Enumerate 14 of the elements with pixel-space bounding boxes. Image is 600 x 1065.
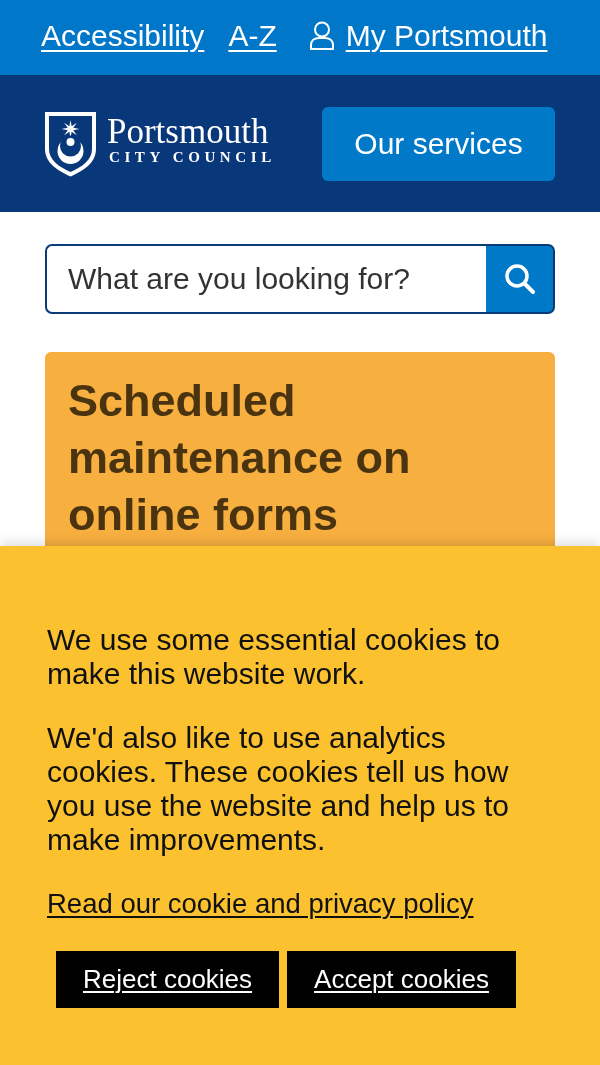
- cookie-message: We use some essential cookies to make this website work.: [47, 623, 501, 691]
- cookie-button[interactable]: Accept cookies: [287, 951, 516, 1008]
- account-link[interactable]: My Portsmouth: [308, 17, 548, 54]
- our-services-button[interactable]: Our services: [322, 106, 555, 181]
- top-link[interactable]: A-Z: [228, 17, 277, 54]
- privacy-policy-link[interactable]: Read our cookie and privacy policy: [47, 888, 474, 919]
- alert-title: Scheduled maintenance on online forms: [68, 374, 412, 542]
- cookie-message: We'd also like to use analytics cookies. These cookies tell us how you use the website and help us to make improvements.: [47, 721, 510, 857]
- logo-wordmark: Portsmouth: [107, 115, 270, 149]
- logo-subtitle: CITY COUNCIL: [109, 149, 276, 166]
- user-icon: [308, 21, 335, 50]
- cookie-button[interactable]: Reject cookies: [56, 951, 280, 1008]
- top-link[interactable]: Accessibility: [41, 17, 205, 54]
- shield-crest-icon: [44, 110, 97, 177]
